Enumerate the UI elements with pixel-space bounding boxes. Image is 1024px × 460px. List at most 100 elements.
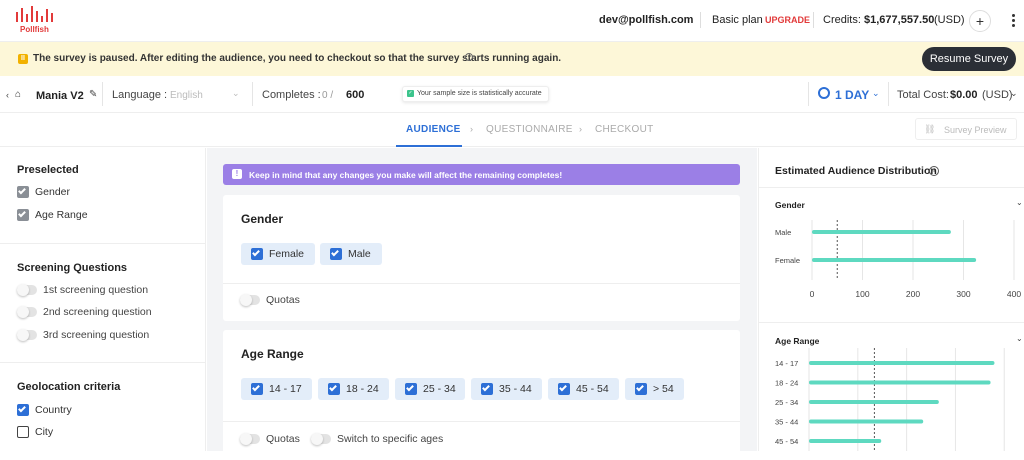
- x-tick-label: 400: [1007, 289, 1021, 299]
- checkbox-icon: [17, 209, 29, 221]
- completes-current: 0 /: [322, 90, 334, 101]
- checkbox-icon[interactable]: [17, 404, 29, 416]
- checkbox-icon: [17, 186, 29, 198]
- info-icon[interactable]: i: [929, 166, 939, 176]
- x-tick-label: 200: [906, 289, 920, 299]
- plan-label: Basic plan: [712, 14, 763, 26]
- checkbox-icon[interactable]: [330, 248, 342, 260]
- survey-bar: ‹ ⌂ Mania V2 ✎ Language : English ⌄ Comp…: [0, 76, 1024, 113]
- checkbox-icon[interactable]: [481, 383, 493, 395]
- gender-chip-female[interactable]: Female: [241, 243, 315, 265]
- resume-survey-button[interactable]: Resume Survey: [922, 47, 1016, 71]
- pause-icon: II: [18, 54, 28, 64]
- divider: [808, 82, 809, 106]
- pollfish-logo[interactable]: Pollfish: [16, 6, 56, 34]
- age-chip-25-34[interactable]: 25 - 34: [395, 378, 465, 400]
- wizard-steps: AUDIENCE › QUESTIONNAIRE › CHECKOUT: [0, 113, 1024, 147]
- toggle-switch[interactable]: [17, 306, 37, 318]
- chip-label: Female: [269, 248, 305, 260]
- bar: [809, 419, 924, 424]
- bar: [809, 361, 995, 365]
- language-select[interactable]: English: [170, 90, 203, 101]
- currency-select[interactable]: (USD): [982, 89, 1013, 101]
- survey-preview-label: Survey Preview: [944, 125, 1007, 135]
- checkbox-label: City: [35, 426, 54, 438]
- chevron-down-icon[interactable]: ⌄: [872, 88, 880, 99]
- total-cost-value: $0.00: [950, 89, 978, 101]
- edit-name-icon[interactable]: ✎: [89, 89, 97, 100]
- divider: [700, 12, 701, 28]
- category-label: 14 - 17: [775, 359, 798, 368]
- chevron-right-icon: ›: [470, 124, 473, 134]
- sample-accurate-tooltip: ✓ Your sample size is statistically accur…: [402, 86, 549, 102]
- toggle-switch[interactable]: [17, 284, 37, 296]
- checkbox-label: Country: [35, 404, 72, 416]
- gender-card: Gender Female Male Quotas: [223, 195, 740, 321]
- alert-icon: !: [232, 169, 242, 179]
- age-distribution-title: Age Range: [775, 336, 820, 346]
- age-chip-45-54[interactable]: 45 - 54: [548, 378, 619, 400]
- bar: [809, 380, 991, 385]
- category-label: 18 - 24: [775, 379, 798, 388]
- gender-chip-male[interactable]: Male: [320, 243, 382, 265]
- credits-currency: (USD): [934, 14, 965, 26]
- toggle-switch[interactable]: [311, 433, 331, 445]
- distribution-title: Estimated Audience Distribution: [775, 165, 937, 177]
- tab-checkout[interactable]: CHECKOUT: [595, 124, 654, 135]
- info-icon[interactable]: i: [465, 53, 473, 61]
- chevron-down-icon[interactable]: ⌄: [232, 88, 240, 99]
- paused-banner: II The survey is paused. After editing t…: [0, 42, 1024, 76]
- account-email[interactable]: dev@pollfish.com: [599, 14, 693, 26]
- back-icon[interactable]: ‹: [6, 90, 9, 100]
- chip-label: Male: [348, 248, 371, 260]
- chevron-down-icon[interactable]: ⌄: [1016, 198, 1023, 207]
- add-credits-button[interactable]: +: [969, 10, 991, 32]
- tab-questionnaire[interactable]: QUESTIONNAIRE: [486, 124, 573, 135]
- upgrade-link[interactable]: UPGRADE: [765, 15, 810, 25]
- divider: [759, 187, 1024, 188]
- divider: [223, 421, 740, 422]
- chevron-down-icon[interactable]: ⌄: [1010, 88, 1018, 99]
- age-chip-14-17[interactable]: 14 - 17: [241, 378, 312, 400]
- divider: [0, 243, 206, 244]
- category-label: Male: [775, 228, 791, 237]
- gender-title: Gender: [241, 212, 284, 226]
- toggle-switch[interactable]: [240, 433, 260, 445]
- logo-text: Pollfish: [20, 25, 49, 34]
- divider: [0, 362, 206, 363]
- toggle-label: Switch to specific ages: [337, 433, 444, 445]
- toggle-switch[interactable]: [17, 329, 37, 341]
- changes-notice: ! Keep in mind that any changes you make…: [223, 164, 740, 185]
- criteria-sidebar: Preselected Gender Age Range Screening Q…: [0, 148, 206, 451]
- divider: [813, 12, 814, 28]
- tab-audience[interactable]: AUDIENCE: [406, 124, 461, 135]
- category-label: 25 - 34: [775, 398, 798, 407]
- checkbox-icon[interactable]: [17, 426, 29, 438]
- age-chip-18-24[interactable]: 18 - 24: [318, 378, 389, 400]
- age-chip-54-plus[interactable]: > 54: [625, 378, 684, 400]
- checkbox-label: Gender: [35, 186, 71, 198]
- checkbox-icon[interactable]: [558, 383, 570, 395]
- checkbox-icon[interactable]: [328, 383, 340, 395]
- survey-preview-button[interactable]: ⛓ Survey Preview: [915, 118, 1017, 140]
- link-icon: ⛓: [924, 124, 936, 134]
- checkbox-icon[interactable]: [251, 248, 263, 260]
- checkbox-icon[interactable]: [635, 383, 647, 395]
- age-chip-35-44[interactable]: 35 - 44: [471, 378, 542, 400]
- chip-label: 35 - 44: [499, 383, 532, 395]
- credits-value: $1,677,557.50: [864, 14, 935, 26]
- more-menu-icon[interactable]: [1010, 12, 1016, 30]
- chevron-down-icon[interactable]: ⌄: [1016, 334, 1023, 343]
- toggle-label: 1st screening question: [43, 284, 149, 296]
- checkbox-icon[interactable]: [405, 383, 417, 395]
- check-icon: ✓: [407, 89, 414, 97]
- duration-select[interactable]: 1 DAY: [835, 88, 869, 102]
- age-range-card: Age Range 14 - 17 18 - 24 25 - 34 35 - 4…: [223, 330, 740, 460]
- divider: [252, 82, 253, 106]
- checkbox-icon[interactable]: [251, 383, 263, 395]
- toggle-switch[interactable]: [240, 294, 260, 306]
- checkbox-label: Age Range: [35, 209, 88, 221]
- screening-title: Screening Questions: [17, 262, 128, 274]
- geolocation-title: Geolocation criteria: [17, 381, 121, 393]
- home-icon[interactable]: ⌂: [15, 89, 21, 100]
